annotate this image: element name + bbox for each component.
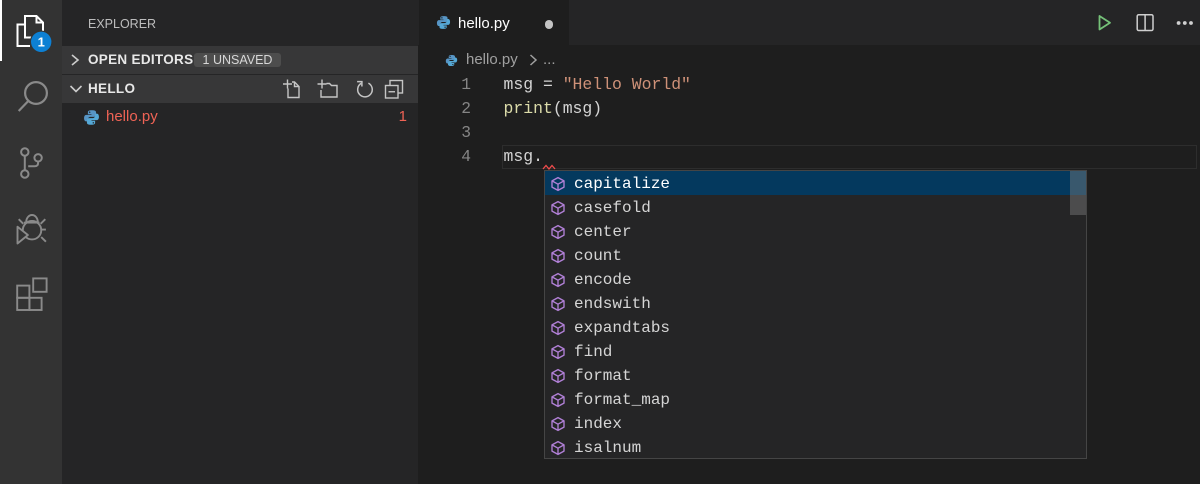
svg-text:1: 1 (38, 34, 45, 49)
